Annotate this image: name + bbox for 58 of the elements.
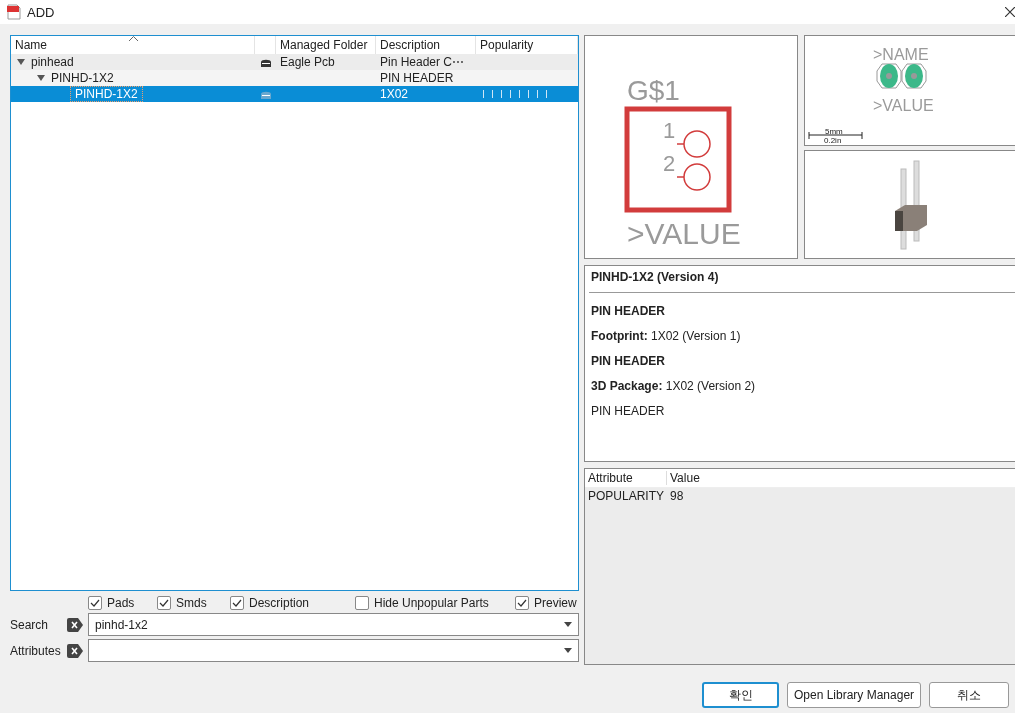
check-icon [232,599,242,607]
table-cell-text: 98 [669,488,684,503]
description-text: 3D Package: 1X02 (Version 2) [591,379,757,393]
app-icon [7,4,21,20]
table-cell-text: POPULARITY [587,488,666,503]
expander-icon[interactable] [37,74,45,82]
part-title: PINHD-1X2 (Version 4) [591,270,720,284]
expander-icon[interactable] [17,58,25,66]
column-header[interactable]: Attribute [585,471,667,485]
scale-bar [808,131,863,140]
search-field[interactable]: pinhd-1x2 [88,613,579,636]
dropdown-icon[interactable] [564,648,572,653]
part-name: PINHD-1X2 [71,87,142,101]
scale-label: 0.2in [824,136,842,145]
description-heading: PIN HEADER [591,354,666,368]
field-label: Attributes [10,643,62,658]
description-heading: PIN HEADER [591,304,666,318]
pin-number: 2 [663,151,676,176]
description-text: Pin Header C⋯ [380,55,465,69]
pin-number: 1 [663,118,676,143]
check-icon [159,599,169,607]
dialog-button[interactable]: 확인 [702,682,779,708]
filter-checkbox[interactable]: Preview [515,596,577,610]
column-header[interactable]: Value [667,471,700,485]
sort-icon [129,36,138,41]
folder-text: Eagle Pcb [280,55,335,69]
symbol-value: >VALUE [627,217,741,250]
package-value: >VALUE [873,97,934,114]
dropdown-icon[interactable] [564,622,572,627]
part-name: pinhead [31,55,74,69]
dialog-button[interactable]: Open Library Manager [787,682,922,708]
package-name: >NAME [873,46,929,63]
filter-checkbox[interactable]: Description [230,596,310,610]
description-text: PIN HEADER [380,71,454,85]
pads-drawing [876,63,927,89]
attributes-field[interactable] [88,639,579,662]
check-icon [517,599,527,607]
tree-row[interactable]: pinhead Eagle Pcb Pin Header C⋯ [11,54,578,70]
tree-row[interactable]: PINHD-1X2 1X02 [11,86,578,102]
symbol-name: G$1 [627,75,680,106]
description-text: PIN HEADER [591,404,666,418]
clear-icon[interactable] [67,643,83,658]
part-name: PINHD-1X2 [51,71,114,85]
filter-checkbox[interactable]: Pads [88,596,135,610]
description-text: Footprint: 1X02 (Version 1) [591,329,742,343]
clear-icon[interactable] [67,617,83,632]
window-title: ADD [27,4,55,20]
description-text: 1X02 [380,87,409,101]
dialog-button[interactable]: 취소 [929,682,1010,708]
field-label: Search [10,617,50,632]
pin-drawing [676,130,711,158]
tree-row[interactable]: PINHD-1X2 PIN HEADER [11,70,578,86]
pin-drawing [676,163,711,191]
filter-checkbox[interactable]: Hide Unpopular Parts [355,596,489,610]
filter-checkbox[interactable]: Smds [157,596,207,610]
close-icon[interactable] [1005,7,1015,17]
check-icon [90,599,100,607]
scale-label: 5mm [825,127,843,136]
